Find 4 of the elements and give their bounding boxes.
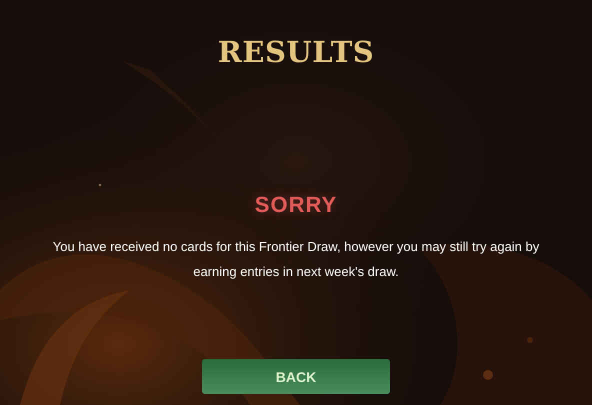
page-title: RESULTS bbox=[218, 34, 374, 70]
back-button[interactable]: BACK bbox=[202, 359, 390, 394]
result-heading: SORRY bbox=[254, 192, 338, 218]
result-message: You have received no cards for this Frontier Draw, however you may still try again by earning entries in next week's draw. bbox=[52, 238, 540, 281]
